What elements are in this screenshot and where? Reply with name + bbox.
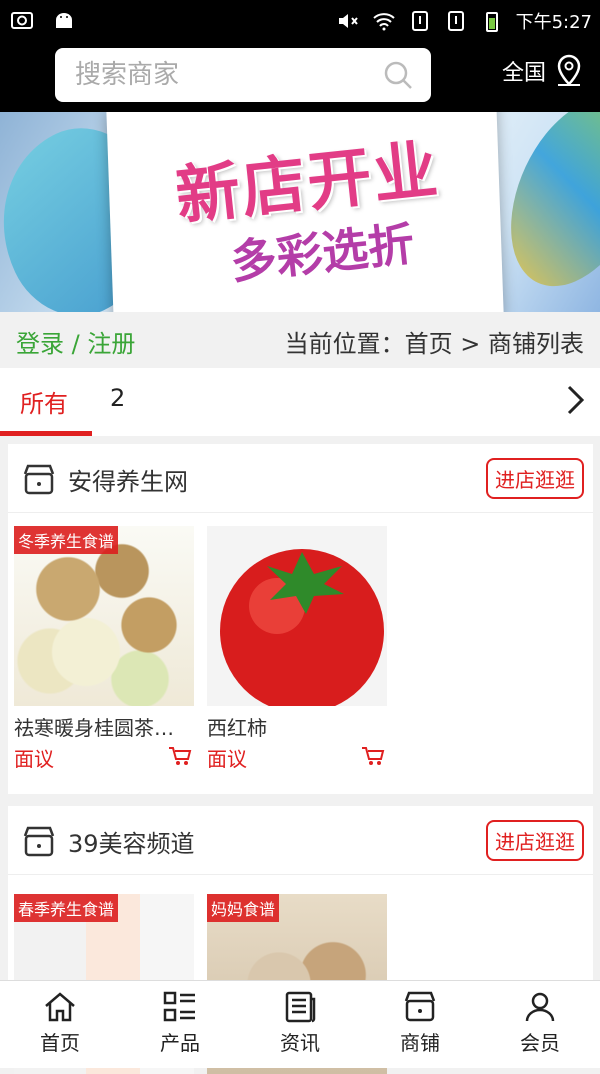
product-price: 面议 [207, 743, 387, 771]
android-icon [56, 13, 72, 28]
shop-icon [404, 991, 436, 1022]
tab-2[interactable]: 2 [110, 384, 125, 412]
bottom-nav: 首页 产品 资讯 商铺 会员 [0, 980, 600, 1068]
nav-news[interactable]: 资讯 [240, 981, 360, 1068]
home-icon [45, 992, 75, 1022]
region-label: 全国 [501, 61, 546, 86]
nav-products[interactable]: 产品 [120, 981, 240, 1068]
breadcrumb: 当前位置：首页 > 商铺列表 [284, 330, 584, 358]
region-selector[interactable]: 全国 [502, 54, 584, 88]
screenshot-icon [11, 12, 33, 29]
store-icon [23, 464, 55, 495]
nav-shops-label: 商铺 [400, 1031, 440, 1055]
tab-all-label: 所有 [20, 390, 68, 418]
promo-banner[interactable]: 新店开业 多彩选折 [0, 112, 600, 312]
nav-news-label: 资讯 [280, 1031, 320, 1055]
category-tabs: 所有 2 [0, 368, 600, 436]
product-card[interactable]: 西红柿 面议 [207, 526, 387, 771]
visit-shop-button[interactable]: 进店逛逛 [486, 820, 584, 861]
store-icon [23, 826, 55, 857]
product-tag: 妈妈食谱 [207, 894, 280, 922]
status-bar: 下午5:27 [0, 0, 600, 40]
product-tag: 春季养生食谱 [14, 894, 119, 922]
nav-home[interactable]: 首页 [0, 981, 120, 1068]
shop-name[interactable]: 39美容频道 [68, 824, 195, 859]
account-breadcrumb-row: 登录 / 注册 当前位置：首页 > 商铺列表 [0, 312, 600, 368]
product-card[interactable]: 冬季养生食谱 祛寒暖身桂圆茶… 面议 [14, 526, 194, 771]
battery-icon [485, 12, 498, 32]
grid-list-icon [163, 991, 195, 1022]
status-time: 下午5:27 [515, 12, 592, 33]
wifi-icon [372, 13, 395, 31]
search-box[interactable] [55, 48, 431, 102]
shop-header: 39美容频道 进店逛逛 [8, 806, 593, 875]
active-tab-indicator [0, 431, 92, 436]
tab-all[interactable]: 所有 [0, 368, 92, 436]
product-image[interactable] [207, 526, 387, 706]
shop-header: 安得养生网 进店逛逛 [8, 444, 593, 513]
product-name[interactable]: 西红柿 [207, 712, 377, 741]
nav-home-label: 首页 [40, 1031, 80, 1055]
mute-icon [338, 14, 358, 28]
tomato-illustration [220, 549, 384, 706]
nav-shops[interactable]: 商铺 [360, 981, 480, 1068]
product-name[interactable]: 祛寒暖身桂圆茶… [14, 712, 184, 741]
location-pin-icon [557, 54, 581, 86]
shop-name[interactable]: 安得养生网 [68, 462, 188, 497]
product-price: 面议 [14, 743, 194, 771]
sim2-icon [447, 11, 464, 31]
nav-member[interactable]: 会员 [480, 981, 600, 1068]
price-text: 面议 [207, 747, 247, 771]
shop-card: 39美容频道 进店逛逛 春季养生食谱 妈妈食谱 [8, 806, 593, 1074]
product-image[interactable]: 冬季养生食谱 [14, 526, 194, 706]
cart-icon[interactable] [361, 745, 385, 767]
login-register-link[interactable]: 登录 / 注册 [16, 324, 135, 359]
search-input[interactable] [73, 59, 367, 91]
product-tag: 冬季养生食谱 [14, 526, 119, 554]
news-icon [285, 991, 316, 1023]
cart-icon[interactable] [168, 745, 192, 767]
shop-card: 安得养生网 进店逛逛 冬季养生食谱 祛寒暖身桂圆茶… 面议 西红柿 面议 [8, 444, 593, 794]
user-icon [525, 992, 555, 1022]
header: 全国 [0, 40, 600, 112]
price-text: 面议 [14, 747, 54, 771]
visit-shop-button[interactable]: 进店逛逛 [486, 458, 584, 499]
sim1-icon [411, 11, 428, 31]
nav-member-label: 会员 [520, 1031, 560, 1055]
chevron-right-icon[interactable] [560, 382, 590, 418]
search-icon[interactable] [383, 60, 413, 90]
nav-products-label: 产品 [160, 1031, 200, 1055]
